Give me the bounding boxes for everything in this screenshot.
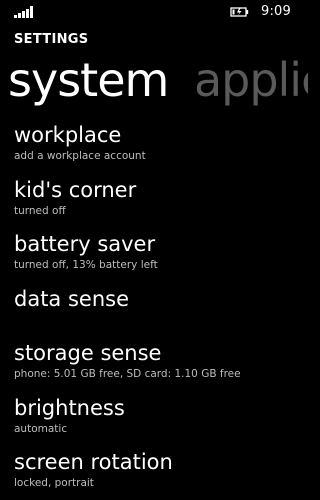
settings-item-title: storage sense [14,341,162,365]
pivot-tab-system[interactable]: system [8,53,169,107]
settings-item-storage-sense[interactable]: storage sense phone: 5.01 GB free, SD ca… [14,340,300,395]
settings-item-subtitle: add a workplace account [14,150,146,162]
settings-item-screen-rotation[interactable]: screen rotation locked, portrait [14,449,300,500]
settings-list: workplace add a workplace account kid's … [14,122,300,500]
settings-item-title: battery saver [14,232,156,256]
settings-item-title: brightness [14,395,125,420]
settings-item-subtitle: turned off, 13% battery left [14,259,158,271]
settings-item-title: screen rotation [14,450,173,474]
settings-item-subtitle: turned off [14,204,66,217]
clock-time: 9:09 [261,4,291,19]
settings-item-data-sense[interactable]: data sense [14,286,300,341]
settings-item-subtitle: locked, portrait [14,477,94,489]
section-title: SETTINGS [14,32,89,47]
pivot-tab-applications[interactable]: applicat [194,53,308,107]
signal-bars-icon [14,6,33,18]
settings-item-subtitle: automatic [14,422,68,435]
settings-item-battery-saver[interactable]: battery saver turned off, 13% battery le… [14,231,300,286]
settings-item-subtitle: phone: 5.01 GB free, SD card: 1.10 GB fr… [14,368,241,380]
settings-item-workplace[interactable]: workplace add a workplace account [14,122,300,177]
settings-item-title: workplace [14,123,122,147]
pivot-header: system applicat [8,52,308,108]
settings-item-kids-corner[interactable]: kid's corner turned off [14,177,300,232]
status-bar: 9:09 [0,0,300,26]
settings-item-brightness[interactable]: brightness automatic [14,395,300,450]
settings-item-title: kid's corner [14,177,137,202]
battery-charging-icon [230,7,249,17]
settings-item-title: data sense [14,286,130,311]
